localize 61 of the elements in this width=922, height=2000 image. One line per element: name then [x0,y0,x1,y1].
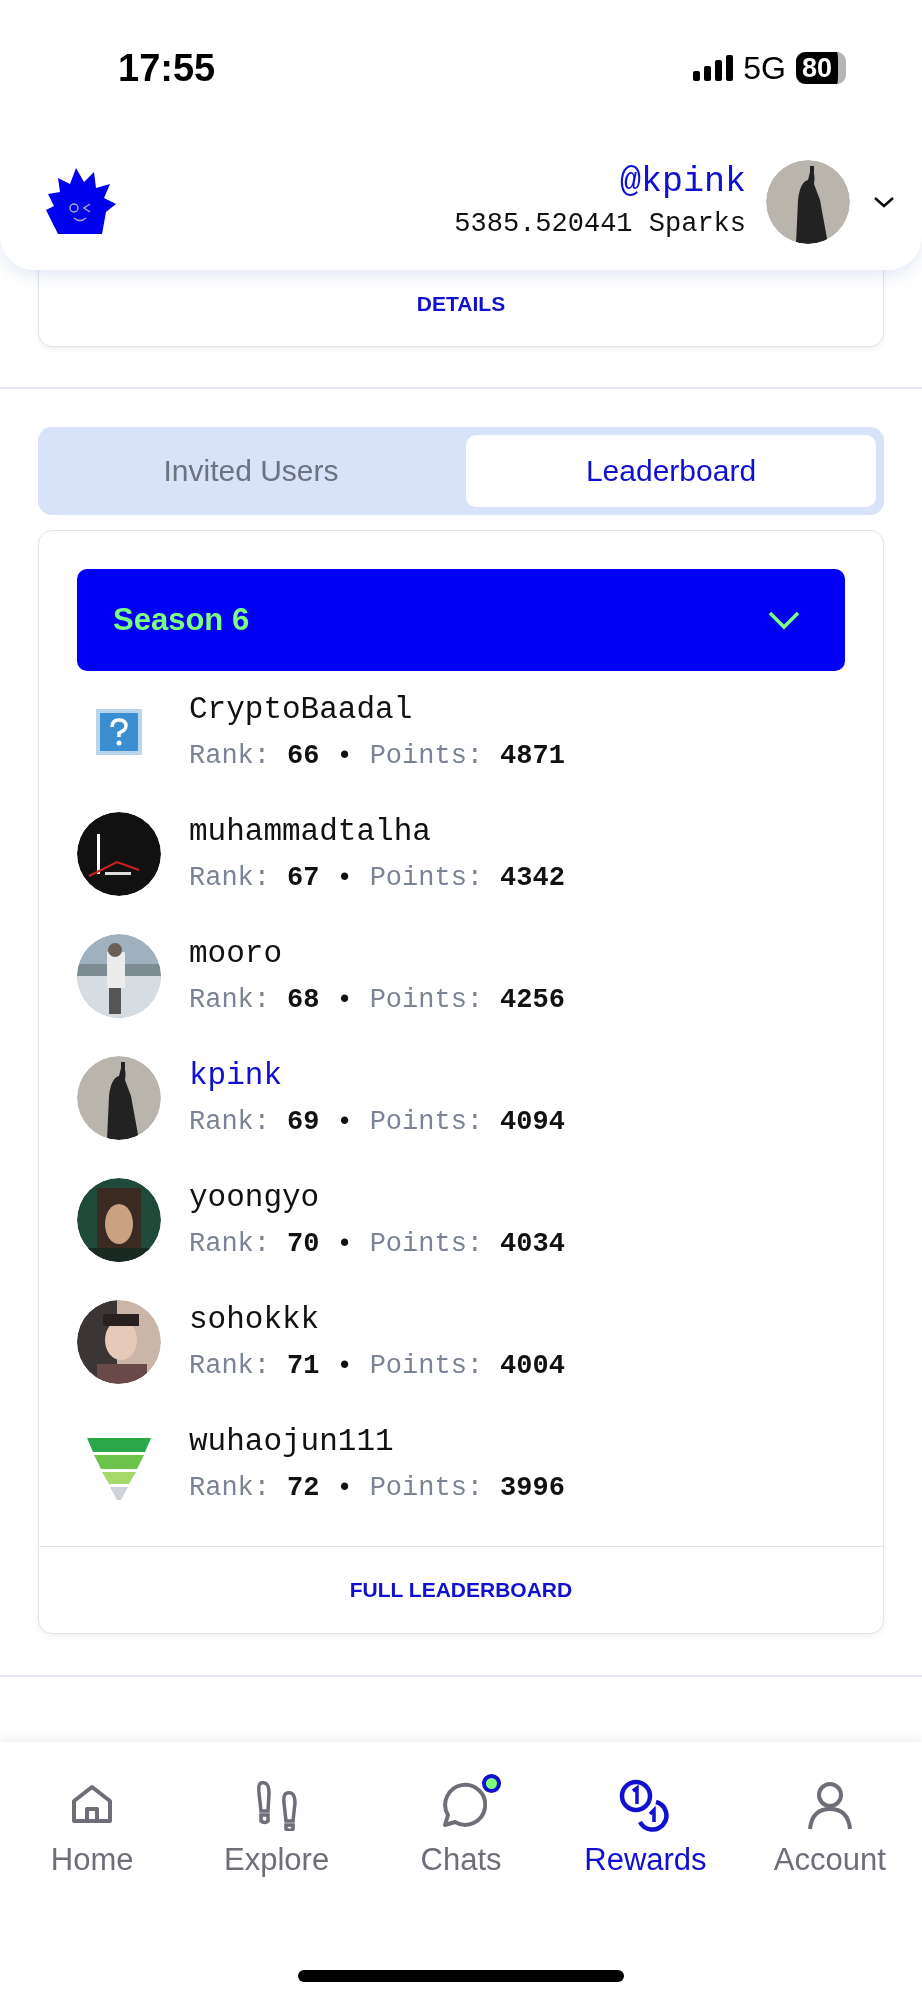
separator-dot: • [336,1228,353,1261]
points-label: Points: [369,1350,484,1383]
points-label: Points: [369,1472,484,1505]
points-label: Points: [369,862,484,895]
rank-label: Rank: [189,740,270,773]
rank-value: 71 [287,1350,320,1383]
rank-label: Rank: [189,984,270,1017]
signal-icon [693,55,734,81]
separator-dot: • [336,1106,353,1139]
nav-tab[interactable]: Explore [184,1764,369,1878]
rank-value: 68 [287,984,320,1017]
separator-dot: • [336,984,353,1017]
chevron-down-icon [767,609,801,631]
points-label: Points: [369,1106,484,1139]
user-name[interactable]: CryptoBaadal [189,688,565,732]
network-label: 5G [743,49,786,87]
points-label: Points: [369,984,484,1017]
separator-dot: • [336,1350,353,1383]
user-name[interactable]: muhammadtalha [189,810,565,854]
points-value: 4004 [500,1350,565,1383]
points-value: 4342 [500,862,565,895]
points-label: Points: [369,1228,484,1261]
user-name[interactable]: kpink [189,1054,565,1098]
battery-level: 80 [801,52,832,84]
nav-tab[interactable]: Rewards [553,1764,738,1878]
rank-value: 66 [287,740,320,773]
season-dropdown[interactable]: Season 6 [77,569,845,671]
full-leaderboard-link[interactable]: FULL LEADERBOARD [349,1578,573,1602]
points-value: 3996 [500,1472,565,1505]
details-link[interactable]: DETAILS [416,292,506,316]
user-name[interactable]: yoongyo [189,1176,565,1220]
rank-label: Rank: [189,1106,270,1139]
points-label: Points: [369,740,484,773]
rank-value: 72 [287,1472,320,1505]
status-time: 17:55 [118,46,216,90]
nav-tab[interactable]: Home [0,1764,185,1878]
sparks-balance: 5385.520441 Sparks [454,208,746,241]
points-value: 4034 [500,1228,565,1261]
user-handle: @kpink [618,161,746,204]
user-name[interactable]: wuhaojun111 [189,1420,565,1464]
points-value: 4094 [500,1106,565,1139]
tab[interactable]: Leaderboard [466,435,876,507]
user-name[interactable]: sohokkk [189,1298,565,1342]
user-name[interactable]: mooro [189,932,565,976]
person-icon [805,1779,854,1831]
rank-value: 70 [287,1228,320,1261]
chevron-down-icon[interactable] [872,194,896,210]
rank-label: Rank: [189,862,270,895]
nav-tab[interactable]: Chats [368,1764,554,1878]
separator-dot: • [336,1472,353,1505]
points-value: 4871 [500,740,565,773]
rank-value: 69 [287,1106,320,1139]
rank-label: Rank: [189,1472,270,1505]
rank-value: 67 [287,862,320,895]
tab[interactable]: Invited Users [46,435,456,507]
points-value: 4256 [500,984,565,1017]
separator-dot: • [336,740,353,773]
separator-dot: • [336,862,353,895]
nav-tab[interactable]: Account [737,1764,922,1878]
rank-label: Rank: [189,1350,270,1383]
rank-label: Rank: [189,1228,270,1261]
